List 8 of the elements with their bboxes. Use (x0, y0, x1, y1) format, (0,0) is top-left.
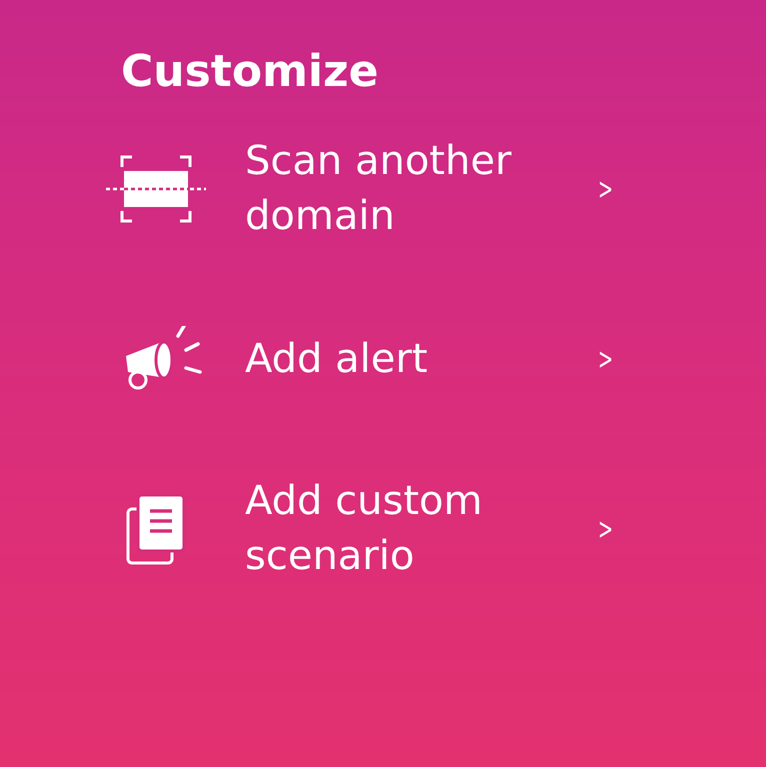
chevron-icon: > (598, 336, 614, 382)
chevron-icon: > (598, 506, 614, 552)
menu-link[interactable]: Scan another domain (245, 134, 585, 244)
scan-icon (104, 155, 208, 223)
menu-link[interactable]: Add custom scenario (245, 474, 585, 584)
title: Customize (121, 45, 380, 99)
chevron-icon: > (598, 166, 614, 212)
menu-link[interactable]: Add alert (245, 332, 585, 386)
